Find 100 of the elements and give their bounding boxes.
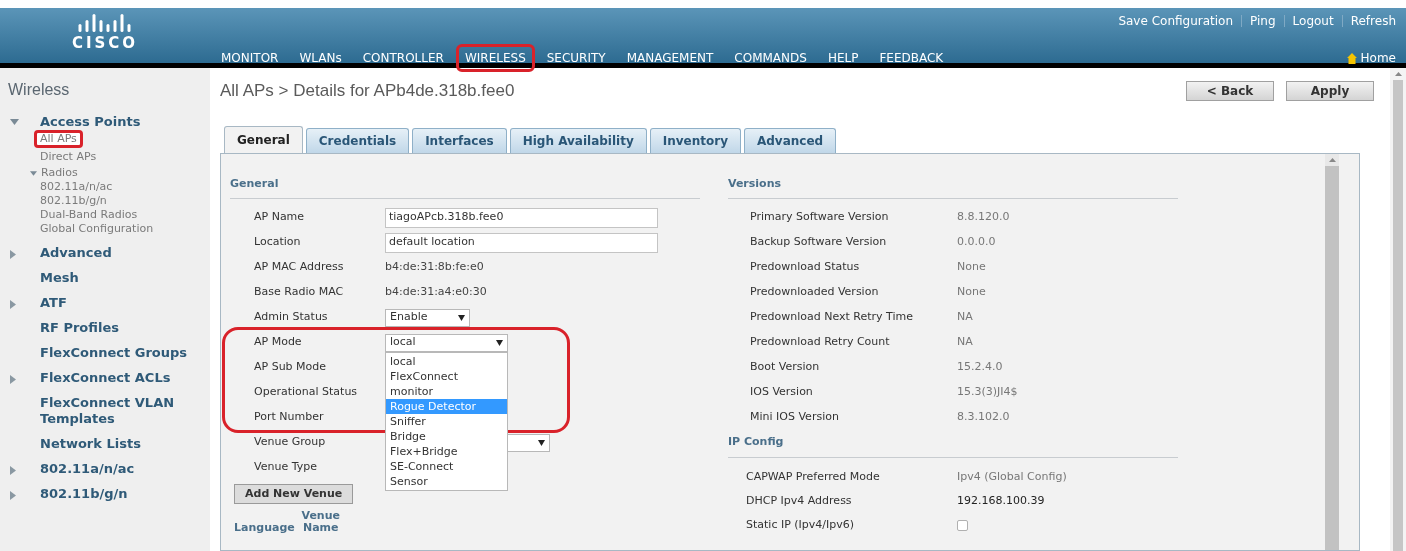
sidebar-item[interactable]: FlexConnect VLAN Templates xyxy=(40,395,200,427)
section-heading: Versions xyxy=(728,175,1178,199)
caret-down-icon xyxy=(30,170,37,176)
field-value: None xyxy=(957,284,986,301)
sidebar-item[interactable]: RF Profiles xyxy=(40,320,200,336)
checkbox[interactable] xyxy=(957,520,968,531)
sidebar-item[interactable]: FlexConnect ACLs xyxy=(40,370,200,386)
field-label: Location xyxy=(254,234,302,251)
dropdown-option[interactable]: Sniffer xyxy=(386,413,507,429)
field-label: Predownload Retry Count xyxy=(750,334,891,351)
field-value: 0.0.0.0 xyxy=(957,234,996,251)
nav-item[interactable]: MANAGEMENT xyxy=(617,44,723,72)
section-heading: IP Config xyxy=(728,430,1178,458)
caret-right-icon xyxy=(10,300,16,309)
sidebar-item[interactable]: Advanced xyxy=(40,245,200,261)
field-label: Base Radio MAC xyxy=(254,284,345,301)
dropdown-option[interactable]: SE-Connect xyxy=(386,458,507,474)
sidebar-item[interactable]: Mesh xyxy=(40,270,200,286)
field-label: Mini IOS Version xyxy=(750,409,840,426)
page-scrollbar[interactable] xyxy=(1390,68,1406,551)
nav-item[interactable]: CONTROLLER xyxy=(353,44,453,72)
nav-item[interactable]: MONITOR xyxy=(212,44,288,72)
nav-item[interactable]: COMMANDS xyxy=(725,44,816,72)
dropdown-option[interactable]: Bridge xyxy=(386,428,507,444)
nav-item[interactable]: WLANs xyxy=(290,44,351,72)
dropdown-option[interactable]: Flex+Bridge xyxy=(386,443,507,459)
dropdown-arrow-icon xyxy=(458,314,465,321)
field-label: Static IP (Ipv4/Ipv6) xyxy=(746,517,856,534)
select-field[interactable]: local xyxy=(385,333,508,352)
sidebar-subitem[interactable]: Global Configuration xyxy=(40,222,154,235)
column-header: Venue Name xyxy=(300,510,341,535)
sidebar-subitem[interactable]: 802.11b/g/n xyxy=(40,194,107,207)
header-link[interactable]: Ping xyxy=(1250,12,1276,30)
field-label: Operational Status xyxy=(254,384,359,401)
header-link[interactable]: Logout xyxy=(1292,12,1334,30)
sidebar-title: Wireless xyxy=(8,80,71,100)
field-value: 8.3.102.0 xyxy=(957,409,1010,426)
nav-item[interactable]: HELP xyxy=(818,44,868,72)
toolbar-button[interactable]: Apply xyxy=(1286,80,1374,101)
field-value: None xyxy=(957,259,986,276)
scroll-up-icon xyxy=(1394,72,1402,76)
field-label: CAPWAP Preferred Mode xyxy=(746,469,881,486)
home-link[interactable]: Home xyxy=(1346,49,1406,67)
tab[interactable]: General xyxy=(224,125,303,154)
tab[interactable]: Credentials xyxy=(305,127,410,154)
select-field[interactable]: Enable xyxy=(385,308,470,327)
field-value: 8.8.120.0 xyxy=(957,209,1010,226)
tab[interactable]: Inventory xyxy=(649,127,741,154)
sidebar-item[interactable]: Access Points xyxy=(40,114,200,130)
field-label: Venue Group xyxy=(254,434,327,451)
sidebar-subitem[interactable]: Dual-Band Radios xyxy=(40,208,138,221)
scrollbar[interactable] xyxy=(1325,153,1339,550)
nav-item[interactable]: FEEDBACK xyxy=(870,44,953,72)
field-label: Port Number xyxy=(254,409,325,426)
text-input[interactable]: tiagoAPcb.318b.fee0 xyxy=(385,207,658,228)
header-link[interactable]: Save Configuration xyxy=(1118,12,1234,30)
field-value: 192.168.100.39 xyxy=(957,493,1045,510)
sidebar-item[interactable]: Network Lists xyxy=(40,436,200,452)
field-label: AP MAC Address xyxy=(254,259,345,276)
sidebar-item[interactable]: ATF xyxy=(40,295,200,311)
field-value: b4:de:31:a4:e0:30 xyxy=(385,284,487,301)
sidebar-subitem[interactable]: 802.11a/n/ac xyxy=(40,180,113,193)
tab[interactable]: Advanced xyxy=(743,127,837,154)
sidebar-item[interactable]: FlexConnect Groups xyxy=(40,345,200,361)
page-title: All APs > Details for APb4de.318b.fee0 xyxy=(220,80,515,102)
sidebar-item[interactable]: 802.11a/n/ac xyxy=(40,461,200,477)
nav-item[interactable]: WIRELESS xyxy=(455,44,535,72)
dropdown-option[interactable]: FlexConnect xyxy=(386,368,507,384)
header-link[interactable]: Refresh xyxy=(1350,12,1396,30)
caret-down-icon xyxy=(10,119,19,125)
sidebar-subitem[interactable]: All APs xyxy=(34,130,83,148)
dropdown-option[interactable]: local xyxy=(386,353,507,369)
field-value: b4:de:31:8b:fe:e0 xyxy=(385,259,484,276)
field-label: DHCP Ipv4 Address xyxy=(746,493,853,510)
text-input[interactable]: default location xyxy=(385,232,658,253)
nav-item[interactable]: SECURITY xyxy=(537,44,615,72)
field-value: NA xyxy=(957,309,973,326)
caret-right-icon xyxy=(10,375,16,384)
logo-bars-icon xyxy=(78,14,132,32)
tab[interactable]: High Availability xyxy=(509,127,647,154)
field-label: AP Name xyxy=(254,209,306,226)
field-value: 15.3(3)JI4$ xyxy=(957,384,1018,401)
field-label: AP Mode xyxy=(254,334,303,351)
sidebar-item[interactable]: 802.11b/g/n xyxy=(40,486,200,502)
sidebar-subitem[interactable]: Direct APs xyxy=(34,148,103,166)
add-venue-button[interactable]: Add New Venue xyxy=(234,484,354,505)
toolbar-button[interactable]: < Back xyxy=(1186,80,1274,101)
field-label: Predownload Status xyxy=(750,259,861,276)
dropdown-option[interactable]: monitor xyxy=(386,383,507,399)
field-label: Predownload Next Retry Time xyxy=(750,309,914,326)
sidebar-subitem[interactable]: Radios xyxy=(41,166,78,180)
dropdown-arrow-icon xyxy=(496,339,503,346)
house-icon xyxy=(1346,52,1357,64)
dropdown-option[interactable]: Sensor xyxy=(386,473,507,489)
field-label: Boot Version xyxy=(750,359,821,376)
field-label: Admin Status xyxy=(254,309,329,326)
field-value: NA xyxy=(957,334,973,351)
tab[interactable]: Interfaces xyxy=(412,127,507,154)
caret-right-icon xyxy=(10,250,16,259)
field-label: Primary Software Version xyxy=(750,209,890,226)
